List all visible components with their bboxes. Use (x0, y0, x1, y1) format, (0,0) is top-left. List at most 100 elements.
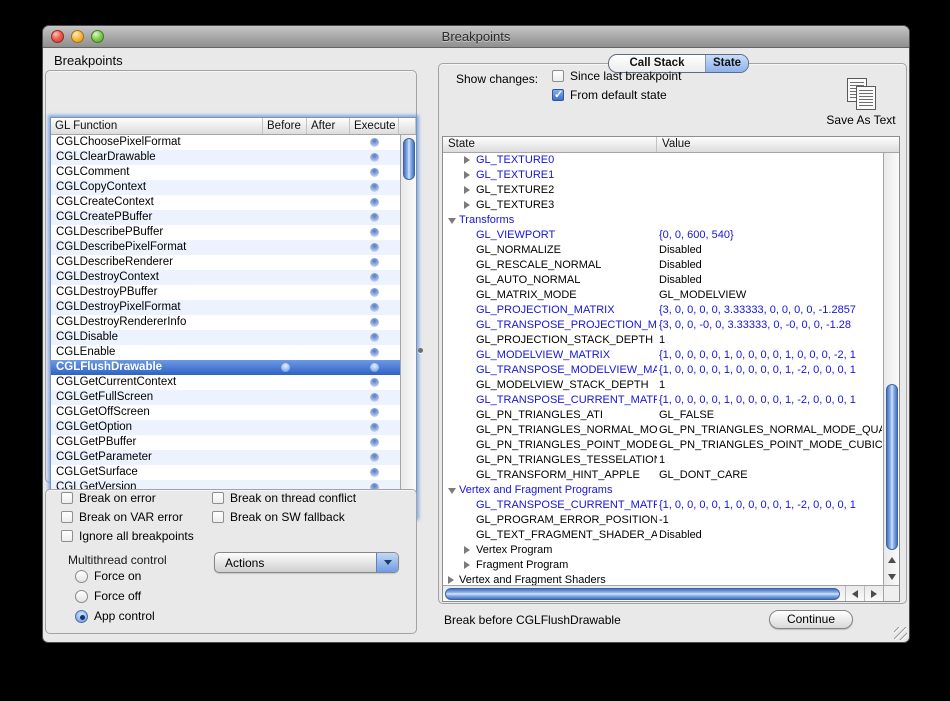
disclosure-triangle-icon[interactable] (464, 156, 470, 164)
after-breakpoint-cell[interactable] (307, 210, 350, 225)
breakpoint-orb-icon[interactable] (370, 363, 379, 372)
breakpoint-orb-icon[interactable] (281, 363, 290, 372)
scrollbar-thumb[interactable] (403, 138, 415, 180)
column-header-value[interactable]: Value (657, 137, 899, 152)
checkbox-break-on-error[interactable]: Break on error (61, 491, 156, 505)
before-breakpoint-cell[interactable] (263, 180, 307, 195)
function-row[interactable]: CGLFlushDrawable (51, 360, 400, 375)
checkbox-glyph[interactable] (61, 530, 73, 542)
function-row[interactable]: CGLClearDrawable (51, 150, 400, 165)
function-row[interactable]: CGLDescribePixelFormat (51, 240, 400, 255)
state-row[interactable]: Vertex Program (443, 543, 883, 558)
function-row[interactable]: CGLChoosePixelFormat (51, 135, 400, 150)
disclosure-triangle-icon[interactable] (464, 546, 470, 554)
checkbox-ignore-all-breakpoints[interactable]: Ignore all breakpoints (61, 529, 194, 543)
before-breakpoint-cell[interactable] (263, 255, 307, 270)
state-row[interactable]: GL_PROGRAM_ERROR_POSITION_ARB-1 (443, 513, 883, 528)
after-breakpoint-cell[interactable] (307, 165, 350, 180)
radio-glyph[interactable] (75, 590, 88, 603)
before-breakpoint-cell[interactable] (263, 315, 307, 330)
execute-cell[interactable] (350, 405, 399, 420)
scroll-up-button[interactable] (884, 551, 899, 568)
before-breakpoint-cell[interactable] (263, 345, 307, 360)
radio-glyph[interactable] (75, 570, 88, 583)
column-header-state[interactable]: State (443, 137, 657, 152)
checkbox-break-on-var-error[interactable]: Break on VAR error (61, 510, 183, 524)
after-breakpoint-cell[interactable] (307, 390, 350, 405)
function-row[interactable]: CGLDestroyPBuffer (51, 285, 400, 300)
after-breakpoint-cell[interactable] (307, 300, 350, 315)
before-breakpoint-cell[interactable] (263, 360, 307, 375)
breakpoint-orb-icon[interactable] (370, 228, 379, 237)
breakpoint-orb-icon[interactable] (370, 348, 379, 357)
breakpoint-orb-icon[interactable] (370, 258, 379, 267)
state-row[interactable]: GL_PN_TRIANGLES_ATIGL_FALSE (443, 408, 883, 423)
execute-cell[interactable] (350, 225, 399, 240)
breakpoint-orb-icon[interactable] (370, 423, 379, 432)
execute-cell[interactable] (350, 450, 399, 465)
execute-cell[interactable] (350, 180, 399, 195)
after-breakpoint-cell[interactable] (307, 330, 350, 345)
breakpoint-orb-icon[interactable] (370, 468, 379, 477)
execute-cell[interactable] (350, 165, 399, 180)
function-row[interactable]: CGLGetOffScreen (51, 405, 400, 420)
radio-force-on[interactable]: Force on (75, 569, 141, 583)
breakpoint-orb-icon[interactable] (370, 198, 379, 207)
after-breakpoint-cell[interactable] (307, 450, 350, 465)
execute-cell[interactable] (350, 360, 399, 375)
scroll-right-button[interactable] (864, 586, 883, 601)
column-header-after[interactable]: After (307, 118, 350, 134)
breakpoint-orb-icon[interactable] (370, 183, 379, 192)
function-row[interactable]: CGLDestroyRendererInfo (51, 315, 400, 330)
function-row[interactable]: CGLComment (51, 165, 400, 180)
zoom-button[interactable] (91, 30, 104, 43)
execute-cell[interactable] (350, 420, 399, 435)
column-header-before[interactable]: Before (263, 118, 307, 134)
execute-cell[interactable] (350, 240, 399, 255)
before-breakpoint-cell[interactable] (263, 135, 307, 150)
function-row[interactable]: CGLGetSurface (51, 465, 400, 480)
breakpoint-orb-icon[interactable] (370, 303, 379, 312)
execute-cell[interactable] (350, 330, 399, 345)
breakpoint-orb-icon[interactable] (370, 273, 379, 282)
execute-cell[interactable] (350, 210, 399, 225)
state-row[interactable]: GL_PN_TRIANGLES_NORMAL_MODE_ATIGL_PN_TRI… (443, 423, 883, 438)
checkbox-glyph[interactable] (61, 511, 73, 523)
breakpoint-orb-icon[interactable] (370, 318, 379, 327)
after-breakpoint-cell[interactable] (307, 315, 350, 330)
before-breakpoint-cell[interactable] (263, 375, 307, 390)
disclosure-triangle-icon[interactable] (448, 218, 456, 224)
checkbox-glyph[interactable] (552, 70, 564, 82)
breakpoint-orb-icon[interactable] (370, 408, 379, 417)
execute-cell[interactable] (350, 150, 399, 165)
checkbox-since-last-breakpoint[interactable]: Since last breakpoint (552, 69, 681, 83)
disclosure-triangle-icon[interactable] (464, 201, 470, 209)
state-row[interactable]: Vertex and Fragment Programs (443, 483, 883, 498)
state-row[interactable]: Fragment Program (443, 558, 883, 573)
before-breakpoint-cell[interactable] (263, 225, 307, 240)
disclosure-triangle-icon[interactable] (464, 561, 470, 569)
execute-cell[interactable] (350, 285, 399, 300)
execute-cell[interactable] (350, 255, 399, 270)
scrollbar-thumb[interactable] (445, 588, 840, 600)
function-row[interactable]: CGLGetOption (51, 420, 400, 435)
save-as-text-button[interactable] (847, 78, 881, 112)
after-breakpoint-cell[interactable] (307, 360, 350, 375)
checkbox-from-default-state[interactable]: From default state (552, 88, 667, 102)
state-row[interactable]: GL_PN_TRIANGLES_POINT_MODE_ATIGL_PN_TRIA… (443, 438, 883, 453)
state-row[interactable]: GL_TRANSFORM_HINT_APPLEGL_DONT_CARE (443, 468, 883, 483)
column-header-execute[interactable]: Execute (350, 118, 399, 134)
after-breakpoint-cell[interactable] (307, 255, 350, 270)
after-breakpoint-cell[interactable] (307, 270, 350, 285)
function-row[interactable]: CGLDescribeRenderer (51, 255, 400, 270)
execute-cell[interactable] (350, 300, 399, 315)
breakpoint-orb-icon[interactable] (370, 153, 379, 162)
state-table-hscrollbar[interactable] (443, 585, 883, 601)
breakpoint-orb-icon[interactable] (370, 213, 379, 222)
state-row[interactable]: GL_TRANSPOSE_CURRENT_MATRIX_ARB{1, 0, 0,… (443, 498, 883, 513)
after-breakpoint-cell[interactable] (307, 225, 350, 240)
execute-cell[interactable] (350, 135, 399, 150)
function-row[interactable]: CGLCreatePBuffer (51, 210, 400, 225)
disclosure-triangle-icon[interactable] (448, 576, 454, 584)
breakpoint-orb-icon[interactable] (370, 438, 379, 447)
